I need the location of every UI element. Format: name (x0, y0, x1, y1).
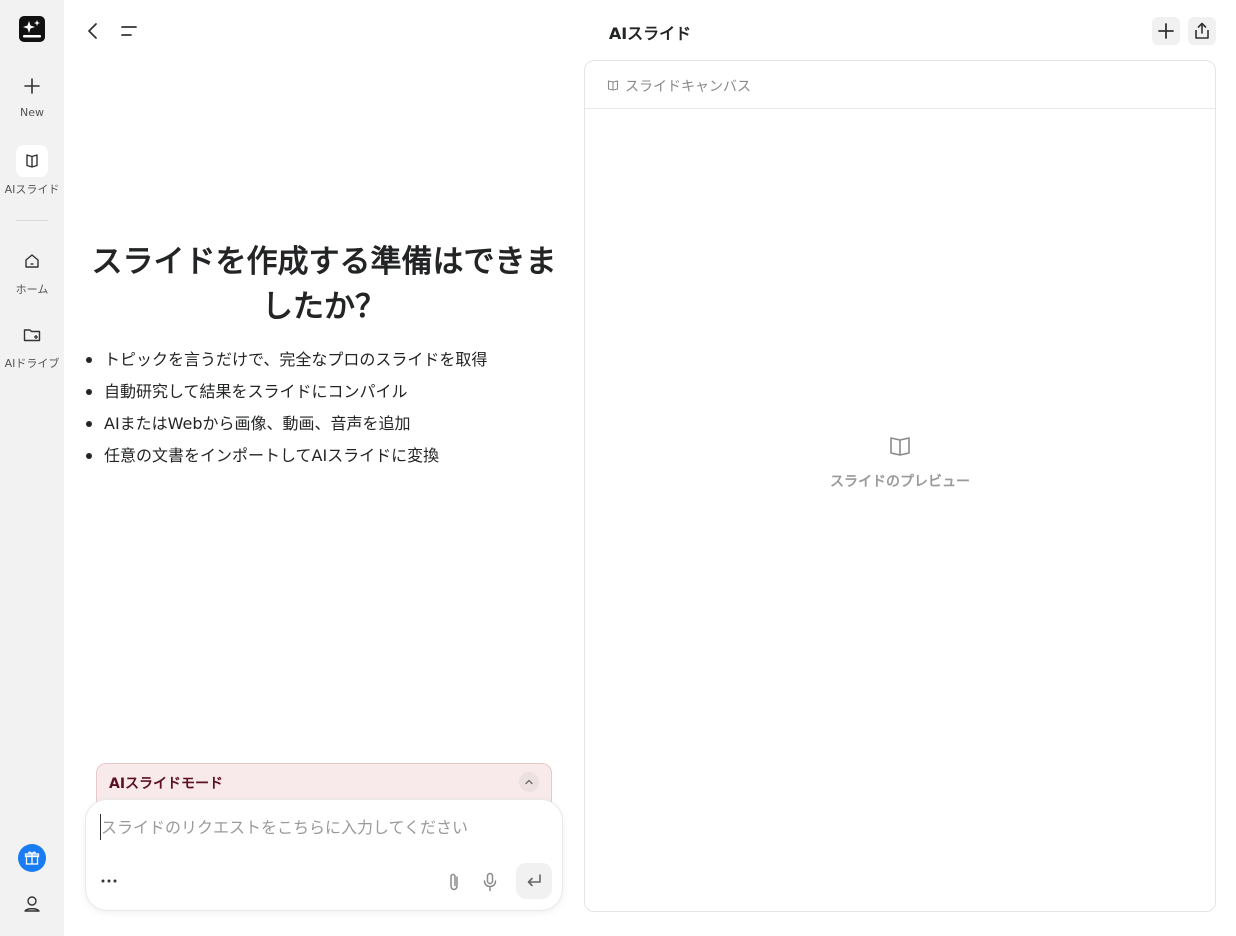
sidebar-item-new[interactable]: New (0, 70, 64, 119)
sidebar-item-home[interactable]: ホーム (0, 245, 64, 297)
home-icon (16, 245, 48, 277)
list-item: 任意の文書をインポートしてAIスライドに変換 (86, 440, 566, 472)
sidebar-divider (16, 220, 48, 221)
more-icon (101, 879, 117, 883)
mode-label: AIスライドモード (109, 776, 224, 792)
new-button[interactable] (1152, 17, 1180, 45)
sidebar-item-ai-drive[interactable]: AIドライブ (0, 319, 64, 371)
list-item: AIまたはWebから画像、動画、音声を追加 (86, 408, 566, 440)
headline: スライドを作成する準備はできましたか？ (91, 244, 557, 325)
attach-button[interactable] (442, 870, 466, 894)
collapse-toggle[interactable] (519, 772, 539, 792)
prompt-composer (85, 799, 563, 911)
user-icon[interactable] (21, 893, 43, 915)
chevron-up-icon (525, 779, 533, 785)
slide-canvas-panel: スライドキャンバス スライドのプレビュー (584, 60, 1216, 912)
canvas-header: スライドキャンバス (585, 61, 1215, 109)
menu-button[interactable] (115, 17, 143, 45)
list-item: トピックを言うだけで、完全なプロのスライドを取得 (86, 344, 566, 376)
plus-icon (1158, 23, 1174, 39)
microphone-icon (483, 872, 497, 892)
slides-icon (607, 80, 619, 91)
sparkle-logo-icon[interactable] (19, 16, 45, 42)
sidebar-item-label: AIドライブ (4, 357, 60, 370)
drive-folder-icon (16, 319, 48, 351)
list-item: 自動研究して結果をスライドにコンパイル (86, 376, 566, 408)
canvas-title: スライドキャンバス (625, 79, 751, 95)
slides-preview-icon (890, 437, 910, 456)
chevron-left-icon (88, 23, 97, 39)
share-button[interactable] (1188, 17, 1216, 45)
plus-icon (16, 70, 48, 102)
menu-icon (121, 26, 137, 36)
sidebar-item-label: New (20, 106, 44, 119)
back-button[interactable] (79, 17, 107, 45)
prompt-input[interactable] (100, 814, 540, 840)
preview-label: スライドのプレビュー (830, 474, 970, 490)
gift-icon[interactable] (18, 844, 46, 872)
share-icon (1195, 22, 1209, 39)
sidebar: New AIスライド ホーム AIドライブ (0, 0, 64, 936)
paperclip-icon (450, 873, 458, 891)
page-title: AIスライド (608, 24, 692, 43)
feature-list: トピックを言うだけで、完全なプロのスライドを取得 自動研究して結果をスライドにコ… (86, 344, 566, 472)
enter-icon (527, 874, 541, 887)
sidebar-item-label: AIスライド (4, 183, 60, 196)
microphone-button[interactable] (478, 870, 502, 894)
sidebar-item-ai-slides[interactable]: AIスライド (0, 145, 64, 197)
sidebar-item-label: ホーム (15, 283, 49, 296)
slides-icon (16, 145, 48, 177)
send-button[interactable] (516, 863, 552, 899)
more-options-button[interactable] (98, 870, 124, 890)
